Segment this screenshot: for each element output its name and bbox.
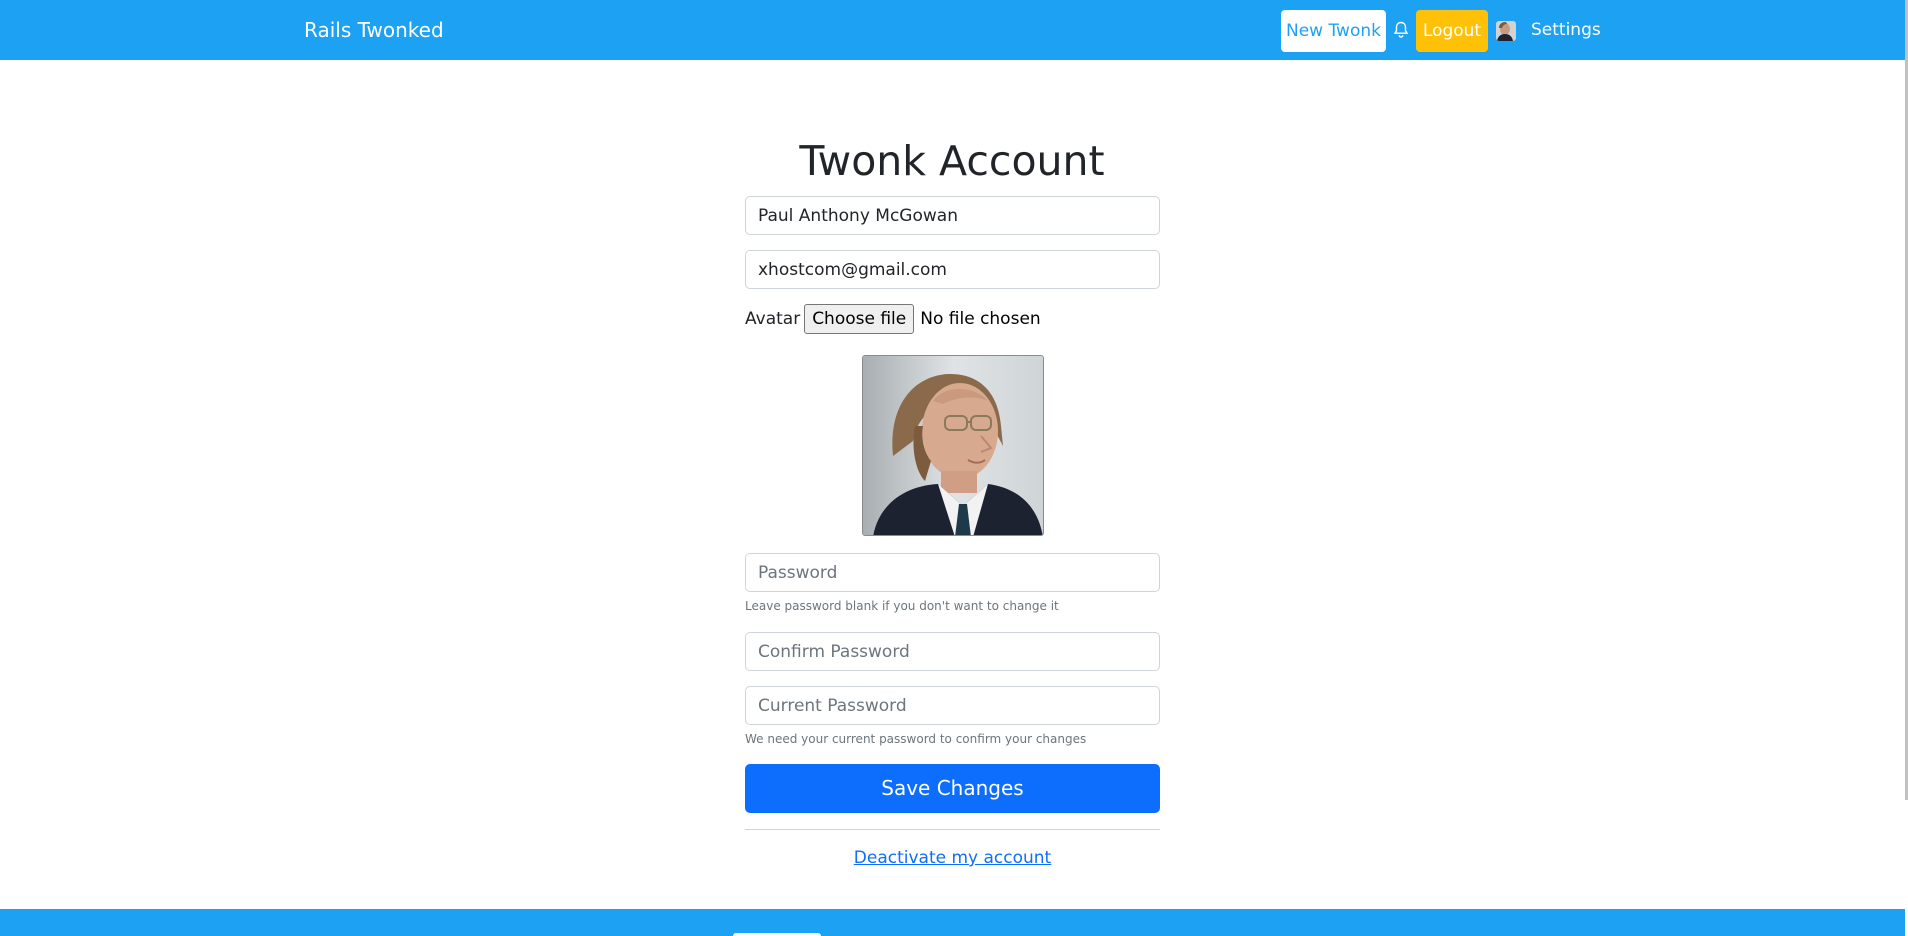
page-title: Twonk Account — [799, 137, 1105, 185]
settings-link[interactable]: Settings — [1531, 20, 1601, 40]
footer-bar — [0, 909, 1905, 936]
name-field[interactable] — [745, 196, 1160, 235]
email-field[interactable] — [745, 250, 1160, 289]
nav-avatar[interactable] — [1496, 21, 1516, 41]
bell-icon[interactable] — [1393, 21, 1409, 39]
new-twonk-button[interactable]: New Twonk — [1281, 10, 1386, 52]
avatar-upload-row: Avatar Choose file No file chosen — [745, 304, 1041, 334]
save-changes-button[interactable]: Save Changes — [745, 764, 1160, 813]
deactivate-account-link[interactable]: Deactivate my account — [745, 848, 1160, 868]
avatar-photo — [862, 355, 1044, 536]
brand-link[interactable]: Rails Twonked — [304, 18, 444, 42]
top-navbar: Rails Twonked New Twonk Logout Settings — [0, 0, 1905, 60]
confirm-password-field[interactable] — [745, 632, 1160, 671]
logout-button[interactable]: Logout — [1416, 10, 1488, 52]
current-password-field[interactable] — [745, 686, 1160, 725]
file-status: No file chosen — [920, 309, 1041, 329]
divider — [745, 829, 1160, 830]
password-help-text: Leave password blank if you don't want t… — [745, 599, 1059, 613]
password-field[interactable] — [745, 553, 1160, 592]
choose-file-button[interactable]: Choose file — [804, 304, 915, 334]
avatar-label: Avatar — [745, 309, 801, 329]
current-password-help-text: We need your current password to confirm… — [745, 732, 1087, 746]
